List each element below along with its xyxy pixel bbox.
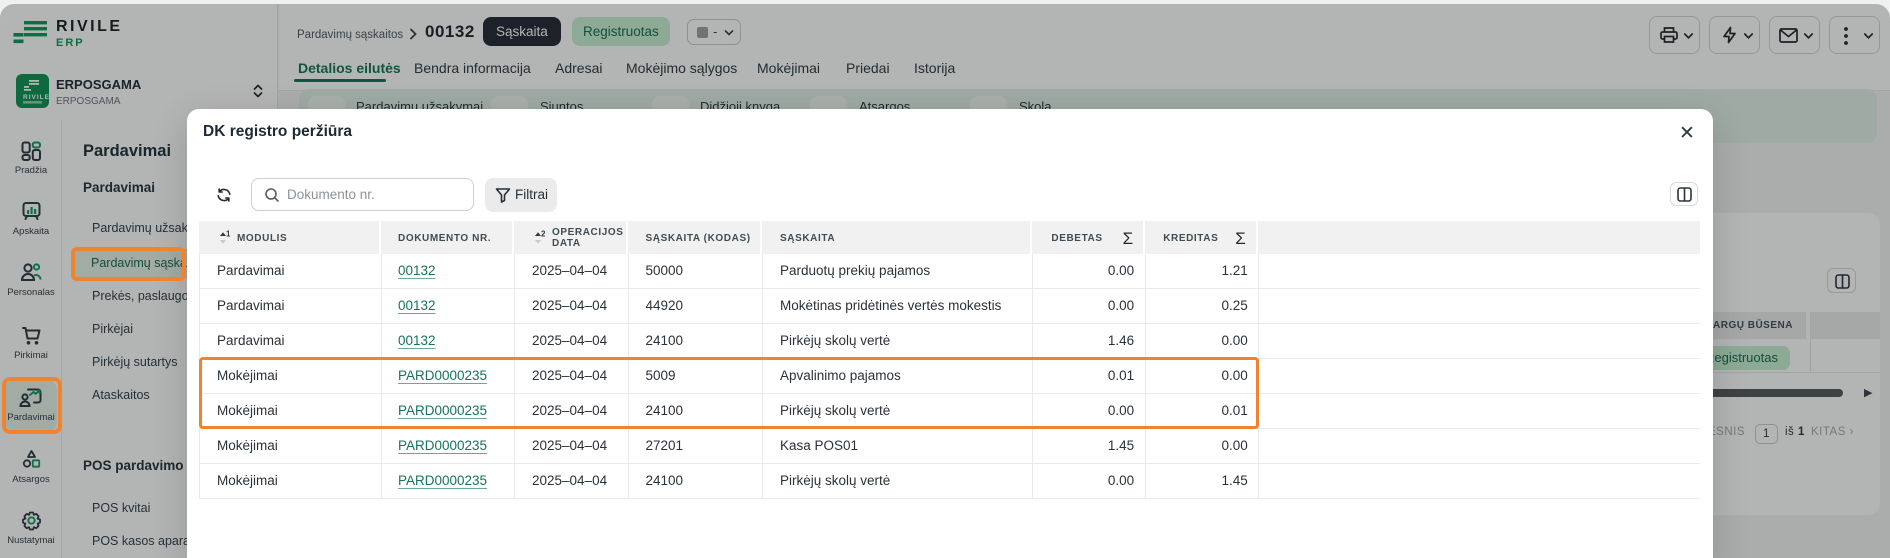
svg-text:2: 2 [541,230,545,239]
svg-text:1: 1 [226,230,230,239]
